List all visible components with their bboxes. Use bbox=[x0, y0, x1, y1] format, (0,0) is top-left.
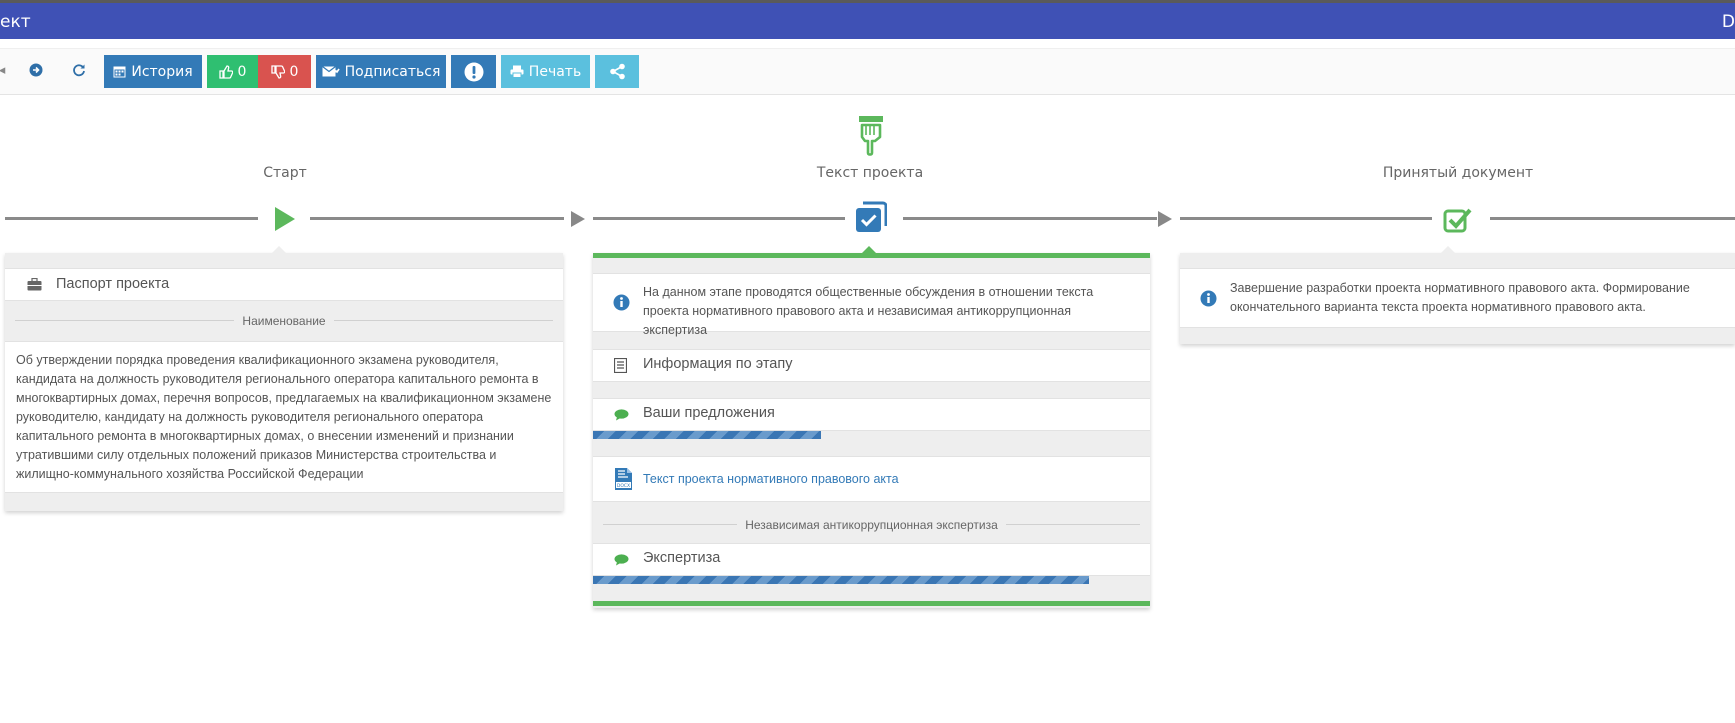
timeline-arrow-icon bbox=[571, 211, 585, 227]
panel-pointer bbox=[271, 246, 287, 254]
timeline-line bbox=[1490, 217, 1735, 220]
dislike-count: 0 bbox=[289, 63, 299, 80]
project-text-doc-link[interactable]: Текст проекта нормативного правового акт… bbox=[643, 472, 899, 486]
panel-pointer bbox=[1440, 246, 1456, 254]
proposals-label: Ваши предложения bbox=[643, 405, 775, 421]
timeline-line bbox=[1180, 217, 1432, 220]
final-info-text: Завершение разработки проекта нормативно… bbox=[1230, 281, 1690, 314]
play-icon[interactable] bbox=[273, 206, 297, 236]
proposals-row[interactable]: Ваши предложения bbox=[593, 398, 1150, 431]
briefcase-icon bbox=[27, 277, 42, 296]
project-name-box: Об утверждении порядка проведения квалиф… bbox=[5, 341, 563, 493]
comment-icon bbox=[614, 408, 629, 426]
dislike-button[interactable]: 0 bbox=[258, 55, 311, 88]
thumbs-up-icon bbox=[218, 64, 233, 79]
name-header: Наименование bbox=[234, 314, 334, 328]
thumbs-down-icon bbox=[270, 64, 285, 79]
current-stage-hand-icon bbox=[856, 113, 886, 158]
stage-info-box: На данном этапе проводятся общественные … bbox=[593, 273, 1150, 337]
name-header-wrap: Наименование bbox=[5, 312, 563, 330]
subscribe-label: Подписаться bbox=[344, 63, 441, 80]
timeline-line bbox=[5, 217, 258, 220]
history-button[interactable]: История bbox=[104, 55, 202, 88]
expertise-header: Независимая антикоррупционная экспертиза bbox=[737, 518, 1006, 532]
like-count: 0 bbox=[237, 63, 247, 80]
expertise-header-wrap: Независимая антикоррупционная экспертиза bbox=[593, 516, 1150, 534]
active-stage-checkbox-icon[interactable] bbox=[855, 201, 888, 237]
stage-info-text: На данном этапе проводятся общественные … bbox=[643, 285, 1094, 337]
envelope-icon bbox=[321, 66, 340, 77]
title-bar: ект D bbox=[0, 3, 1735, 39]
back-arrow-icon[interactable]: ◂ bbox=[0, 63, 10, 79]
comment-icon bbox=[614, 553, 629, 571]
print-label: Печать bbox=[528, 63, 582, 80]
timeline-line bbox=[310, 217, 564, 220]
timeline-arrow-icon bbox=[1158, 211, 1172, 227]
passport-row[interactable]: Паспорт проекта bbox=[5, 268, 563, 301]
timeline-line bbox=[903, 217, 1157, 220]
completed-checkmark-icon[interactable] bbox=[1443, 206, 1473, 238]
project-name-text: Об утверждении порядка проведения квалиф… bbox=[16, 353, 552, 481]
panel-pointer bbox=[861, 246, 877, 254]
document-list-icon bbox=[613, 357, 628, 378]
stage-title-project-text: Текст проекта bbox=[816, 165, 924, 181]
page-title-right: D bbox=[1721, 12, 1735, 32]
final-info-box: Завершение разработки проекта нормативно… bbox=[1180, 268, 1735, 328]
start-stage-panel: Паспорт проекта Наименование Об утвержде… bbox=[5, 246, 563, 511]
like-button[interactable]: 0 bbox=[207, 55, 258, 88]
info-icon bbox=[1200, 290, 1217, 312]
expertise-label: Экспертиза bbox=[643, 550, 721, 566]
stage-title-start: Старт bbox=[263, 165, 307, 181]
timeline-line bbox=[593, 217, 845, 220]
history-label: История bbox=[131, 63, 193, 80]
print-button[interactable]: Печать bbox=[501, 55, 590, 88]
info-icon bbox=[613, 294, 630, 316]
docx-file-icon: DOCX bbox=[614, 467, 633, 496]
expertise-progress-bar bbox=[593, 576, 1089, 584]
expertise-row[interactable]: Экспертиза bbox=[593, 543, 1150, 576]
svg-text:DOCX: DOCX bbox=[617, 483, 630, 489]
doc-link-row[interactable]: DOCX Текст проекта нормативного правовог… bbox=[593, 456, 1150, 502]
adopted-stage-panel: Завершение разработки проекта нормативно… bbox=[1180, 246, 1735, 344]
active-bottom-bar bbox=[593, 601, 1150, 606]
share-icon bbox=[609, 63, 625, 80]
printer-icon bbox=[510, 65, 524, 78]
project-text-stage-panel: На данном этапе проводятся общественные … bbox=[593, 246, 1150, 608]
refresh-icon[interactable] bbox=[71, 63, 87, 79]
share-button[interactable] bbox=[595, 55, 639, 88]
stage-info-row[interactable]: Информация по этапу bbox=[593, 349, 1150, 382]
calendar-icon bbox=[113, 66, 126, 78]
passport-label: Паспорт проекта bbox=[56, 276, 170, 292]
stage-title-adopted: Принятый документ bbox=[1382, 165, 1534, 181]
exclamation-icon bbox=[464, 62, 483, 81]
page-title: ект bbox=[0, 12, 31, 32]
forward-arrow-icon[interactable] bbox=[28, 63, 44, 79]
toolbar: ◂ История 0 0 Подписаться Печать bbox=[0, 48, 1735, 95]
report-issue-button[interactable] bbox=[451, 55, 496, 88]
proposals-progress-bar bbox=[593, 431, 821, 439]
stage-info-label: Информация по этапу bbox=[643, 356, 793, 372]
subscribe-button[interactable]: Подписаться bbox=[316, 55, 446, 88]
